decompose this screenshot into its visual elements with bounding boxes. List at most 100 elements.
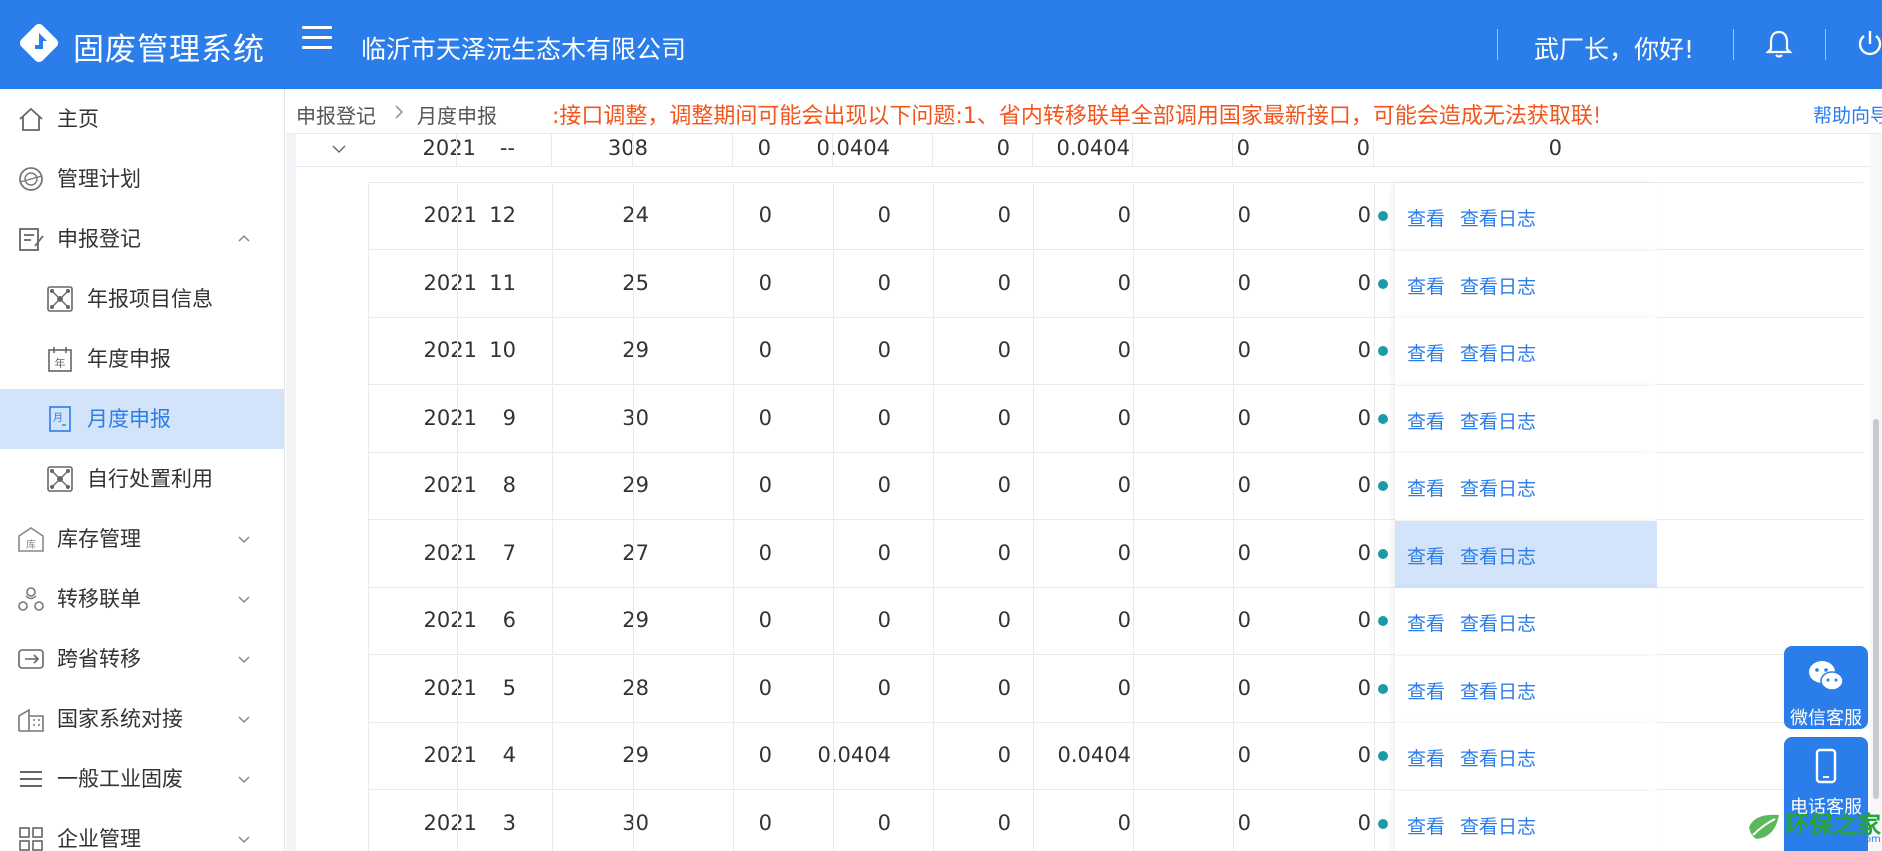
vertical-scrollbar[interactable] — [1870, 134, 1882, 851]
column-divider — [632, 134, 633, 167]
notice-marquee: :接口调整，调整期间可能会出现以下问题:1、省内转移联单全部调用国家最新接口，可… — [552, 104, 1598, 129]
column-divider — [633, 385, 634, 453]
wechat-service-button[interactable]: 微信客服 — [1784, 646, 1868, 729]
column-divider — [1233, 250, 1234, 318]
column-divider — [933, 318, 934, 385]
view-link[interactable]: 查看 — [1407, 407, 1445, 434]
sidebar-item-2[interactable]: 申报登记 — [0, 209, 284, 269]
sidebar-item-label: 年报项目信息 — [87, 287, 213, 311]
sidebar-item-4[interactable]: 年 年度申报 — [0, 329, 284, 389]
column-divider — [833, 520, 834, 588]
column-divider — [633, 588, 634, 655]
view-link[interactable]: 查看 — [1407, 204, 1445, 231]
calendar-year-icon: 年 — [48, 347, 72, 372]
warehouse-icon: 库 — [18, 527, 44, 552]
sidebar-item-6[interactable]: 自行处置利用 — [0, 449, 284, 509]
view-link[interactable]: 查看 — [1407, 609, 1445, 636]
menu-toggle-icon[interactable] — [302, 26, 332, 56]
sidebar-item-label: 国家系统对接 — [57, 707, 183, 731]
sidebar-item-7[interactable]: 库 库存管理 — [0, 509, 284, 569]
view-log-link[interactable]: 查看日志 — [1460, 272, 1536, 299]
view-link[interactable]: 查看 — [1407, 677, 1445, 704]
view-log-link[interactable]: 查看日志 — [1460, 744, 1536, 771]
cell-c6: 0 — [997, 540, 1011, 565]
column-divider — [1233, 318, 1234, 385]
chevron-down-icon — [238, 836, 250, 844]
scrollbar-thumb[interactable] — [1873, 419, 1879, 799]
column-divider — [932, 134, 933, 167]
view-log-link[interactable]: 查看日志 — [1460, 677, 1536, 704]
cell-c9: 0 — [1357, 675, 1371, 700]
column-divider — [1033, 385, 1034, 453]
help-guide-link[interactable]: 帮助向导 — [1813, 101, 1882, 128]
view-link[interactable]: 查看 — [1407, 339, 1445, 366]
leaf-logo-icon — [1749, 814, 1779, 839]
column-divider — [833, 723, 834, 790]
sidebar-item-0[interactable]: 主页 — [0, 89, 284, 149]
power-icon[interactable] — [1855, 28, 1882, 60]
cell-c8: 0 — [1237, 540, 1251, 565]
view-log-link[interactable]: 查看日志 — [1460, 339, 1536, 366]
sidebar-item-5[interactable]: 月 月度申报 — [0, 389, 284, 449]
sidebar-item-label: 库存管理 — [57, 527, 141, 551]
sidebar-item-11[interactable]: 一般工业固废 — [0, 749, 284, 809]
cell-c5: 0 — [877, 540, 891, 565]
cell-c6: 0 — [997, 473, 1011, 497]
column-divider — [1033, 723, 1034, 790]
view-log-link[interactable]: 查看日志 — [1460, 474, 1536, 501]
column-divider — [933, 385, 934, 453]
view-log-link[interactable]: 查看日志 — [1460, 542, 1536, 569]
column-divider — [457, 318, 458, 385]
cell-c7: 0 — [1117, 338, 1131, 362]
cell-c3: 29 — [622, 608, 649, 632]
view-link[interactable]: 查看 — [1407, 474, 1445, 501]
cell-c5: 0 — [877, 405, 891, 430]
user-greeting[interactable]: 武厂长，你好! — [1534, 30, 1694, 66]
sidebar-item-1[interactable]: 管理计划 — [0, 149, 284, 209]
grid-icon — [19, 827, 43, 851]
cell-c6: 0 — [997, 203, 1011, 227]
cell-c9: 0 — [1356, 136, 1370, 160]
column-divider — [457, 723, 458, 790]
cell-c8: 0 — [1237, 743, 1251, 767]
column-divider — [733, 250, 734, 318]
cell-c7: 0 — [1117, 810, 1131, 835]
cell-c3: 30 — [622, 405, 649, 430]
table-row-parent: 2021 -- 308 0 0.0404 0 0.0404 0 0 0 — [296, 134, 1882, 167]
sidebar-item-10[interactable]: 国家系统对接 — [0, 689, 284, 749]
column-divider — [833, 453, 834, 520]
column-divider — [1374, 588, 1375, 655]
column-divider — [833, 790, 834, 851]
cell-c5: 0 — [877, 675, 891, 700]
status-dot — [1378, 481, 1388, 491]
sidebar-item-label: 主页 — [57, 107, 99, 131]
row-actions: 查看 查看日志 — [1395, 453, 1657, 520]
cell-c9: 0 — [1357, 743, 1371, 767]
breadcrumb-parent[interactable]: 申报登记 — [296, 100, 376, 129]
chevron-down-icon — [238, 716, 250, 724]
view-link[interactable]: 查看 — [1407, 812, 1445, 839]
view-link[interactable]: 查看 — [1407, 272, 1445, 299]
view-log-link[interactable]: 查看日志 — [1460, 204, 1536, 231]
status-dot — [1378, 413, 1388, 424]
network-icon — [47, 286, 73, 312]
view-link[interactable]: 查看 — [1407, 744, 1445, 771]
cell-c8: 0 — [1237, 608, 1251, 632]
column-divider — [1374, 520, 1375, 588]
bell-icon[interactable] — [1764, 28, 1794, 60]
sidebar-item-3[interactable]: 年报项目信息 — [0, 269, 284, 329]
view-log-link[interactable]: 查看日志 — [1460, 609, 1536, 636]
view-link[interactable]: 查看 — [1407, 542, 1445, 569]
cross-province-icon — [18, 649, 44, 669]
sidebar-item-12[interactable]: 企业管理 — [0, 809, 284, 851]
sidebar-item-8[interactable]: 转移联单 — [0, 569, 284, 629]
cell-c9: 0 — [1357, 473, 1371, 497]
sidebar-item-9[interactable]: 跨省转移 — [0, 629, 284, 689]
cell-c5: 0 — [877, 473, 891, 497]
cell-c5: 0 — [877, 810, 891, 835]
view-log-link[interactable]: 查看日志 — [1460, 407, 1536, 434]
row-actions: 查看 查看日志 — [1395, 250, 1657, 318]
cell-c8: 0 — [1237, 338, 1251, 362]
view-log-link[interactable]: 查看日志 — [1460, 812, 1536, 839]
home-icon — [19, 107, 43, 131]
